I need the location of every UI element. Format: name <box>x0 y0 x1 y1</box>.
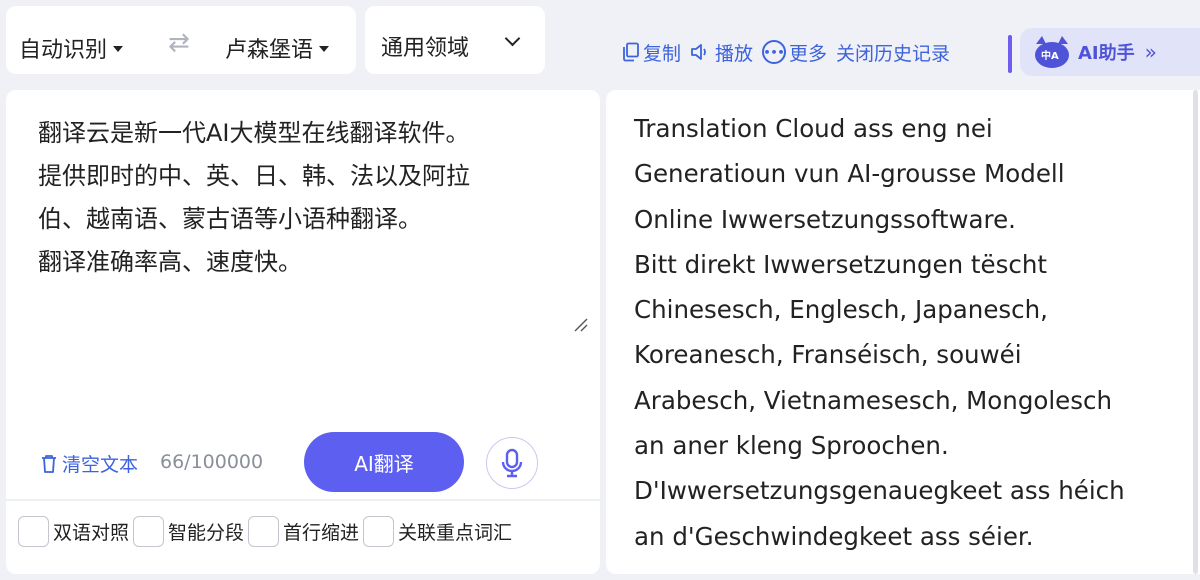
caret-down-icon <box>319 46 330 52</box>
panel-divider <box>6 499 600 501</box>
target-line: Chinesesch, Englesch, Japanesch, <box>634 295 1048 325</box>
result-toolbar: 复制 播放 ••• 更多 关闭历史记录 <box>622 36 959 68</box>
scrollbar[interactable] <box>1193 90 1198 574</box>
copy-button[interactable]: 复制 <box>622 39 681 66</box>
source-line: 伯、越南语、蒙古语等小语种翻译。 <box>38 205 422 233</box>
option-label: 首行缩进 <box>283 522 360 544</box>
translation-result-panel: Translation Cloud ass eng nei Generatiou… <box>606 90 1200 574</box>
bilingual-checkbox[interactable] <box>18 516 49 547</box>
option-label: 双语对照 <box>53 522 130 544</box>
source-language-dropdown[interactable]: 自动识别 <box>19 32 124 64</box>
caret-down-icon <box>113 46 124 52</box>
source-line: 提供即时的中、英、日、韩、法以及阿拉 <box>38 162 470 190</box>
more-label: 更多 <box>789 42 828 65</box>
target-line: Bitt direkt Iwwersetzungen tëscht <box>634 249 1047 279</box>
more-button[interactable]: ••• 更多 <box>762 39 827 66</box>
ai-helper-button[interactable]: 中A AI助手 » <box>1020 28 1200 76</box>
microphone-icon <box>500 448 524 478</box>
resize-handle-icon[interactable] <box>572 316 588 332</box>
swap-languages-icon[interactable]: ⇄ <box>168 28 190 58</box>
target-line: an d'Geschwindegkeet ass séier. <box>634 521 1034 551</box>
smart-paragraph-checkbox[interactable] <box>133 516 165 547</box>
character-count: 66/100000 <box>160 451 264 473</box>
ai-translate-button[interactable]: AI翻译 <box>304 432 464 492</box>
target-line: Translation Cloud ass eng nei <box>634 114 993 143</box>
option-label: 智能分段 <box>168 522 245 544</box>
close-history-button[interactable]: 关闭历史记录 <box>836 39 950 66</box>
language-selector: 自动识别 ⇄ 卢森堡语 <box>6 6 356 74</box>
play-button[interactable]: 播放 <box>690 39 753 66</box>
option-key-vocabulary[interactable]: 关联重点词汇 <box>363 516 512 547</box>
target-language-dropdown[interactable]: 卢森堡语 <box>225 32 330 64</box>
source-line: 翻译准确率高、速度快。 <box>38 248 302 276</box>
target-language-label: 卢森堡语 <box>225 38 314 63</box>
source-line: 翻译云是新一代AI大模型在线翻译软件。 <box>38 119 470 147</box>
target-line: an aner kleng Sproochen. <box>634 431 949 461</box>
target-line: Koreanesch, Franséisch, souwéi <box>634 340 1022 370</box>
translation-output: Translation Cloud ass eng nei Generatiou… <box>634 106 1194 559</box>
ai-translate-label: AI翻译 <box>354 451 414 476</box>
play-label: 播放 <box>715 42 754 65</box>
more-dots-icon: ••• <box>762 40 787 64</box>
copy-icon <box>622 42 640 62</box>
domain-label: 通用领域 <box>381 36 470 61</box>
close-history-label: 关闭历史记录 <box>836 42 951 65</box>
speaker-icon <box>690 42 712 62</box>
option-label: 关联重点词汇 <box>398 522 513 544</box>
source-text-input[interactable]: 翻译云是新一代AI大模型在线翻译软件。 提供即时的中、英、日、韩、法以及阿拉 伯… <box>38 112 578 284</box>
option-bilingual[interactable]: 双语对照 <box>18 516 129 547</box>
option-first-line-indent[interactable]: 首行缩进 <box>248 516 359 547</box>
translation-options: 双语对照 智能分段 首行缩进 关联重点词汇 <box>18 516 516 547</box>
double-chevron-right-icon: » <box>1144 40 1157 64</box>
target-line: Generatioun vun AI-grousse Modell <box>634 159 1065 189</box>
clear-text-button[interactable]: 清空文本 <box>40 450 138 477</box>
option-smart-paragraph[interactable]: 智能分段 <box>133 516 244 547</box>
copy-label: 复制 <box>643 42 682 65</box>
source-panel: 翻译云是新一代AI大模型在线翻译软件。 提供即时的中、英、日、韩、法以及阿拉 伯… <box>6 90 600 574</box>
key-vocabulary-checkbox[interactable] <box>363 516 395 547</box>
clear-text-label: 清空文本 <box>62 454 139 476</box>
first-line-indent-checkbox[interactable] <box>248 516 280 547</box>
toolbar-divider <box>1008 35 1012 73</box>
voice-input-button[interactable] <box>486 437 538 489</box>
chevron-down-icon <box>504 30 521 47</box>
ai-helper-logo-icon: 中A <box>1032 34 1072 70</box>
trash-icon <box>40 454 58 474</box>
target-line: Arabesch, Vietnamesesch, Mongolesch <box>634 385 1113 415</box>
source-language-label: 自动识别 <box>19 38 108 63</box>
ai-helper-logo-text: 中A <box>1041 51 1059 62</box>
ai-helper-label: AI助手 <box>1078 43 1135 64</box>
target-line: Online Iwwersetzungssoftware. <box>634 204 1016 234</box>
target-line: D'Iwwersetzungsgenauegkeet ass héich <box>634 476 1125 506</box>
domain-dropdown[interactable]: 通用领域 <box>365 6 545 74</box>
